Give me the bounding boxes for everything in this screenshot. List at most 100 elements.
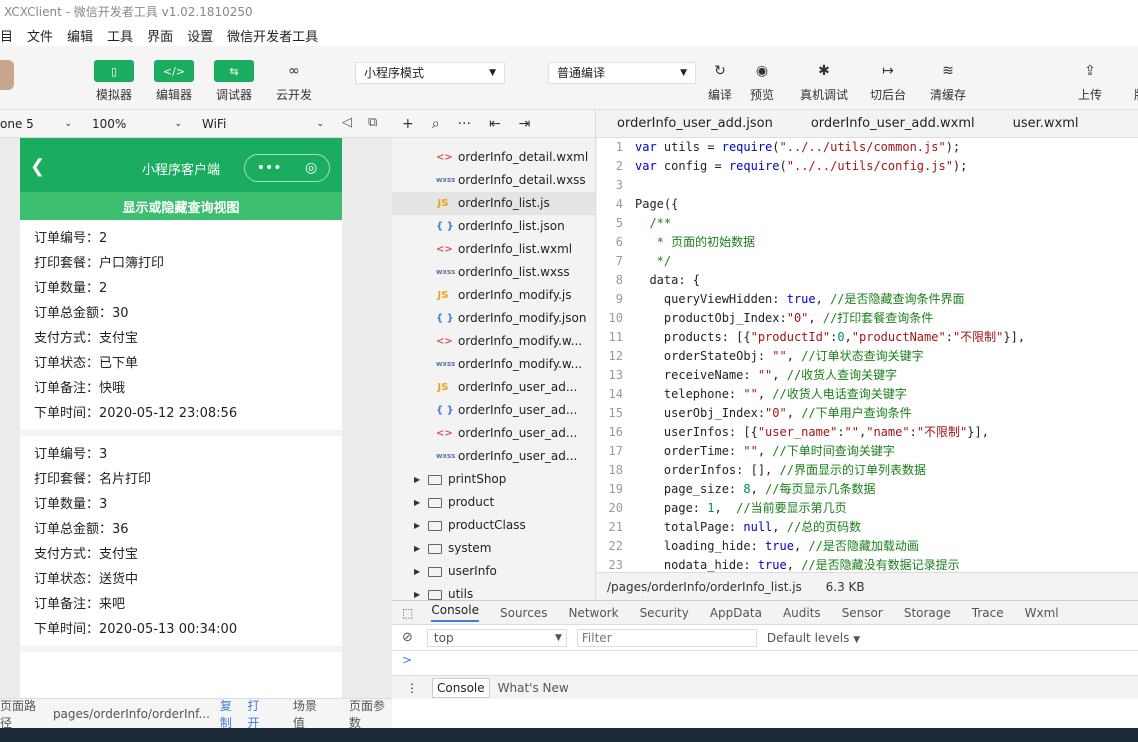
devtools-tab-sources[interactable]: Sources [500,606,547,620]
cloud-dev-button[interactable]: ∞ 云开发 [276,60,312,103]
background-switch-button[interactable]: ↦ 切后台 [870,60,906,103]
clear-cache-button[interactable]: ≋ 清缓存 [930,60,966,103]
debugger-button[interactable]: ⇆ 调试器 [214,60,254,103]
preview-button[interactable]: ◉ 预览 [748,60,776,103]
folder-item[interactable]: ▶ productClass [392,514,595,537]
mode-select[interactable]: 小程序模式 ▼ [355,62,505,84]
tab-orderinfo-user-add-wxml[interactable]: orderInfo_user_add.wxml [811,116,975,131]
collapse-icon[interactable]: ⇤ [489,116,501,132]
folder-item[interactable]: ▶ printShop [392,468,595,491]
code-line[interactable]: 4 Page({ [597,195,1138,214]
capsule-menu[interactable]: ••• ◎ [244,154,330,182]
device-select[interactable]: one 5 ⌄ [0,114,80,134]
folder-item[interactable]: ▶ userInfo [392,560,595,583]
toggle-query-view-button[interactable]: 显示或隐藏查询视图 [20,192,342,220]
copy-path-button[interactable]: 复制 [220,697,241,731]
code-line[interactable]: 15 userObj_Index:"0", //下单用户查询条件 [597,404,1138,423]
scene-value-button[interactable]: 场景值 [293,697,325,731]
devtools-tab-security[interactable]: Security [640,606,689,620]
folder-item[interactable]: ▶ product [392,491,595,514]
code-line[interactable]: 13 receiveName: "", //收货人查询关键字 [597,366,1138,385]
devtools-tab-trace[interactable]: Trace [972,606,1004,620]
code-line[interactable]: 2 var config = require("../../utils/confi… [597,157,1138,176]
file-item[interactable]: { } orderInfo_user_ad... [392,399,595,422]
console-filter-input[interactable] [576,628,757,647]
menu-item[interactable]: 文件 [27,26,53,45]
compile-button[interactable]: ↻ 编译 [706,60,734,103]
file-item[interactable]: <> orderInfo_list.wxml [392,238,595,261]
menu-item[interactable]: 微信开发者工具 [227,26,318,45]
file-item[interactable]: <> orderInfo_user_ad... [392,422,595,445]
code-line[interactable]: 19 page_size: 8, //每页显示几条数据 [597,480,1138,499]
drawer-menu-icon[interactable]: ⋮ [406,681,418,695]
menu-item[interactable]: 工具 [107,26,133,45]
code-line[interactable]: 22 loading_hide: true, //是否隐藏加载动画 [597,537,1138,556]
code-line[interactable]: 12 orderStateObj: "", //订单状态查询关键字 [597,347,1138,366]
devtools-tab-wxml[interactable]: Wxml [1025,606,1059,620]
file-item[interactable]: wxss orderInfo_user_ad... [392,445,595,468]
open-path-button[interactable]: 打开 [247,697,268,731]
devtools-tab-audits[interactable]: Audits [783,606,821,620]
code-line[interactable]: 1 var utils = require("../../utils/common… [597,138,1138,157]
code-line[interactable]: 5 /** [597,214,1138,233]
mute-icon[interactable]: ◁ [342,115,352,130]
detach-icon[interactable]: ⧉ [368,115,377,130]
tab-orderinfo-user-add-json[interactable]: orderInfo_user_add.json [617,116,773,131]
order-card[interactable]: 订单编号：3 打印套餐：名片打印 订单数量：3 订单总金额：36 支付方式：支付宝 订单状… [20,436,342,652]
code-editor[interactable]: 1 var utils = require("../../utils/common… [597,138,1138,572]
upload-button[interactable]: ⇪ 上传 [1076,60,1104,103]
order-card[interactable]: 订单编号：2 打印套餐：户口簿打印 订单数量：2 订单总金额：30 支付方式：支付宝 订单… [20,220,342,436]
file-item[interactable]: JS orderInfo_modify.js [392,284,595,307]
back-icon[interactable]: ❮ [30,156,45,177]
file-item[interactable]: wxss orderInfo_list.wxss [392,261,595,284]
menu-item[interactable]: 界面 [147,26,173,45]
code-line[interactable]: 3 [597,176,1138,195]
code-line[interactable]: 9 queryViewHidden: true, //是否隐藏查询条件界面 [597,290,1138,309]
file-item[interactable]: JS orderInfo_user_ad... [392,376,595,399]
simulator-button[interactable]: ▯ 模拟器 [94,60,134,103]
more-icon[interactable]: ••• [257,160,282,176]
log-levels-select[interactable]: Default levels ▼ [767,631,860,645]
network-select[interactable]: WiFi ⌄ [202,114,326,134]
file-item[interactable]: wxss orderInfo_modify.w... [392,353,595,376]
file-item[interactable]: <> orderInfo_modify.w... [392,330,595,353]
devtools-tab-appdata[interactable]: AppData [710,606,762,620]
avatar[interactable] [0,60,14,90]
file-item[interactable]: { } orderInfo_list.json [392,215,595,238]
folder-item[interactable]: ▶ utils [392,583,595,600]
tab-user-wxml[interactable]: user.wxml [1013,116,1079,131]
file-item[interactable]: { } orderInfo_modify.json [392,307,595,330]
code-line[interactable]: 14 telephone: "", //收货人电话查询关键字 [597,385,1138,404]
drawer-tab-whats-new[interactable]: What's New [498,681,569,695]
sidebar-toggle-icon[interactable]: ⇥ [519,116,531,132]
file-item[interactable]: <> orderInfo_detail.wxml [392,146,595,169]
console-prompt[interactable]: > [392,651,1138,671]
editor-button[interactable]: </> 编辑器 [154,60,194,103]
code-line[interactable]: 17 orderTime: "", //下单时间查询关键字 [597,442,1138,461]
page-params-button[interactable]: 页面参数 [349,697,392,731]
version-button[interactable]: 版 [1126,60,1138,103]
devtools-tab-network[interactable]: Network [568,606,618,620]
menu-item[interactable]: 设置 [187,26,213,45]
clear-console-icon[interactable]: ⊘ [402,630,413,645]
menu-item[interactable]: 编辑 [67,26,93,45]
code-line[interactable]: 7 */ [597,252,1138,271]
more-icon[interactable]: ··· [458,116,471,132]
code-line[interactable]: 6 * 页面的初始数据 [597,233,1138,252]
devtools-tab-sensor[interactable]: Sensor [842,606,883,620]
search-icon[interactable]: ⌕ [432,116,440,132]
code-line[interactable]: 20 page: 1, //当前要显示第几页 [597,499,1138,518]
menu-item[interactable]: 目 [0,26,13,45]
close-target-icon[interactable]: ◎ [305,160,317,176]
devtools-tab-storage[interactable]: Storage [904,606,951,620]
code-line[interactable]: 10 productObj_Index:"0", //打印套餐查询条件 [597,309,1138,328]
compile-select[interactable]: 普通编译 ▼ [548,62,696,84]
code-line[interactable]: 18 orderInfos: [], //界面显示的订单列表数据 [597,461,1138,480]
add-icon[interactable]: + [402,116,414,132]
code-line[interactable]: 16 userInfos: [{"user_name":"","name":"不… [597,423,1138,442]
code-line[interactable]: 23 nodata_hide: true, //是否隐藏没有数据记录提示 [597,556,1138,572]
drawer-tab-console[interactable]: Console [432,677,490,698]
code-line[interactable]: 8 data: { [597,271,1138,290]
folder-item[interactable]: ▶ system [392,537,595,560]
zoom-select[interactable]: 100% ⌄ [92,114,184,134]
